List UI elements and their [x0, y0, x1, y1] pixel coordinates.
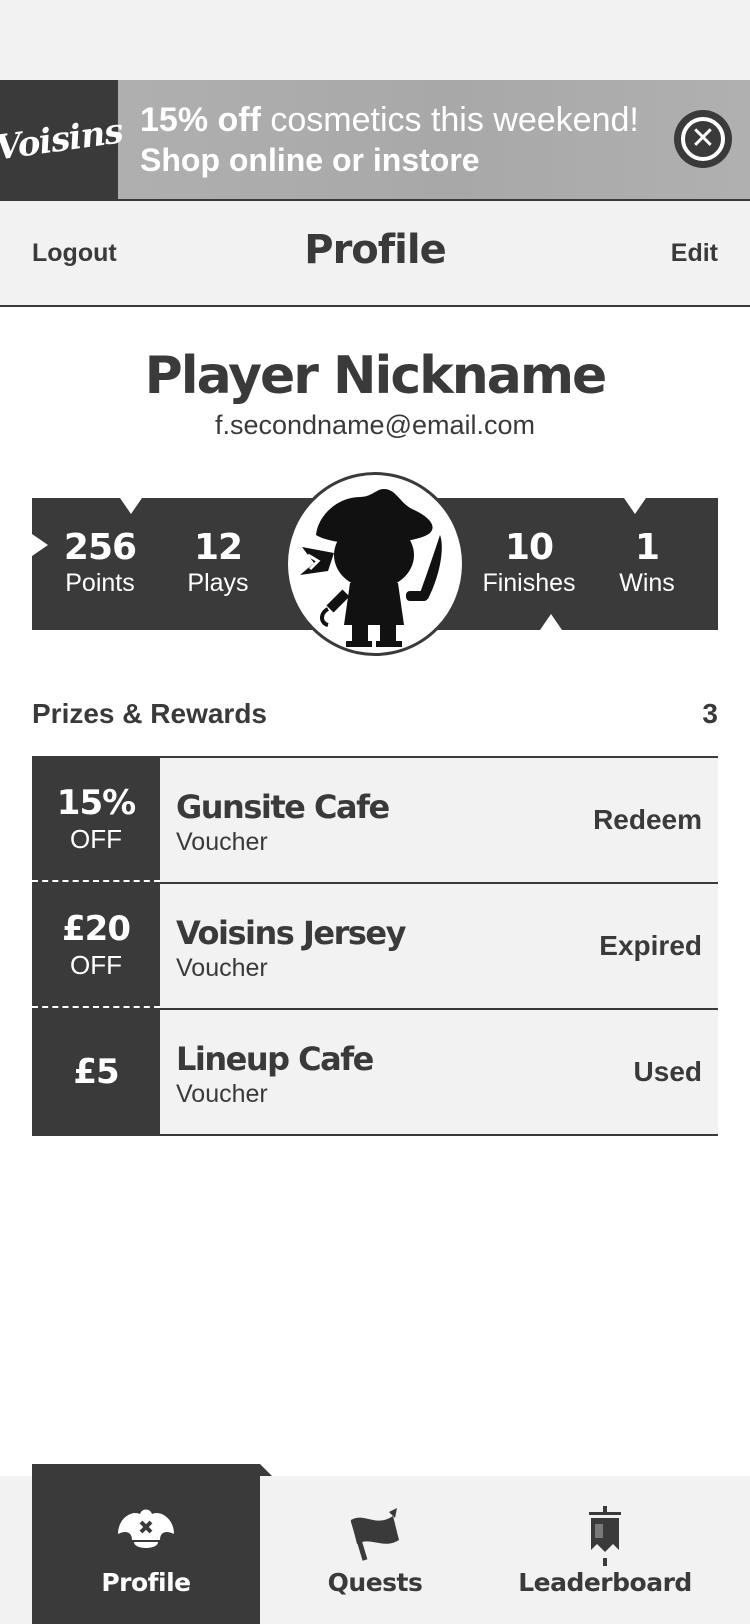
banner-highlight: 15% off — [140, 101, 261, 139]
stat-label: Finishes — [482, 569, 576, 597]
prize-type: Voucher — [176, 954, 268, 982]
status-bar — [0, 0, 750, 80]
prizes-count: 3 — [702, 698, 718, 729]
redeem-button[interactable]: Redeem — [593, 804, 702, 836]
banner-close-button[interactable]: ✕ — [674, 110, 732, 168]
stat-points: 256 Points — [45, 528, 155, 598]
prize-list: 15% OFF Gunsite Cafe Voucher Redeem £20 … — [32, 756, 718, 1136]
tab-corner — [260, 1464, 272, 1476]
tab-quests[interactable]: Quests — [260, 1476, 490, 1624]
promo-banner[interactable]: Voisins 15% off cosmetics this weekend! … — [0, 80, 750, 199]
brand-logo-text: Voisins — [0, 110, 126, 169]
brand-logo: Voisins — [0, 80, 125, 199]
stat-plays: 12 Plays — [163, 528, 273, 598]
stat-wins: 1 Wins — [592, 528, 702, 598]
prize-name: Gunsite Cafe — [176, 788, 390, 826]
notch-top — [120, 498, 142, 514]
banner-text: 15% off cosmetics this weekend! Shop onl… — [140, 100, 639, 180]
flag-icon — [260, 1506, 490, 1562]
prize-row[interactable]: £20 OFF Voisins Jersey Voucher Expired — [32, 884, 718, 1010]
pirate-hat-icon — [32, 1506, 260, 1562]
prize-status: Expired — [599, 930, 702, 961]
prize-badge: £5 — [32, 1010, 160, 1134]
stat-label: Plays — [187, 569, 249, 597]
banner-icon — [490, 1506, 720, 1566]
tab-profile[interactable]: Profile — [32, 1464, 272, 1624]
stat-value: 10 — [504, 527, 554, 568]
pirate-avatar-icon — [300, 489, 442, 647]
prize-amount: £5 — [73, 1052, 119, 1092]
page-title: Profile — [304, 227, 446, 273]
tab-leaderboard[interactable]: Leaderboard — [490, 1476, 720, 1624]
prize-off-label: OFF — [70, 824, 122, 854]
stat-value: 256 — [63, 527, 137, 568]
banner-line-2: Shop online or instore — [140, 142, 480, 178]
tab-label: Quests — [327, 1568, 423, 1597]
notch-top — [624, 498, 646, 514]
stat-label: Points — [65, 569, 135, 597]
prize-badge: 15% OFF — [32, 758, 160, 882]
prize-amount: 15% — [56, 783, 136, 823]
prize-amount: £20 — [62, 909, 131, 949]
prize-name: Voisins Jersey — [176, 914, 406, 952]
close-icon: ✕ — [681, 117, 725, 161]
prize-status: Used — [633, 1056, 702, 1087]
prize-type: Voucher — [176, 828, 268, 856]
tab-bar: Profile Quests Leaderboard — [0, 1464, 750, 1624]
stat-finishes: 10 Finishes — [474, 528, 584, 598]
tab-label: Profile — [101, 1568, 191, 1597]
player-email: f.secondname@email.com — [214, 410, 536, 440]
stat-value: 12 — [193, 527, 243, 568]
prize-row[interactable]: £5 Lineup Cafe Voucher Used — [32, 1010, 718, 1136]
edit-button[interactable]: Edit — [671, 239, 718, 268]
prizes-heading: Prizes & Rewards — [32, 698, 267, 729]
stat-value: 1 — [634, 527, 660, 568]
stat-label: Wins — [619, 569, 675, 597]
prize-row[interactable]: 15% OFF Gunsite Cafe Voucher Redeem — [32, 758, 718, 884]
prize-name: Lineup Cafe — [176, 1040, 374, 1078]
notch-bottom — [540, 614, 562, 630]
avatar[interactable] — [285, 472, 465, 656]
banner-line-1: 15% off cosmetics this weekend! — [140, 100, 639, 140]
player-nickname: Player Nickname — [144, 346, 608, 406]
nav-header: Logout Profile Edit — [0, 199, 750, 307]
prize-off-label: OFF — [70, 950, 122, 980]
prize-type: Voucher — [176, 1080, 268, 1108]
banner-line-1-rest: cosmetics this weekend! — [260, 101, 639, 139]
prize-badge: £20 OFF — [32, 884, 160, 1008]
tab-label: Leaderboard — [518, 1568, 692, 1597]
